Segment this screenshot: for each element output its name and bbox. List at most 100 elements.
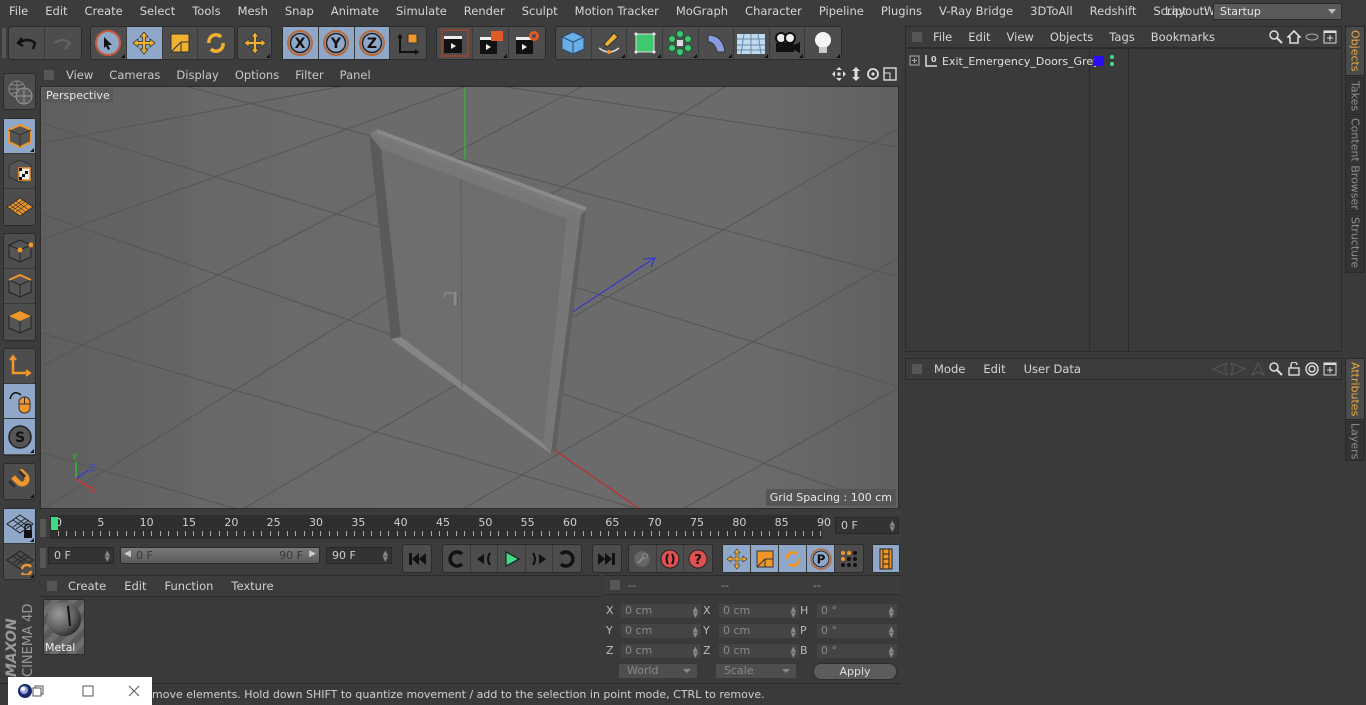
axis-mode-button[interactable]	[4, 349, 35, 384]
coord-value-field[interactable]: 0 cm ▲ ▼	[620, 623, 702, 639]
object-row[interactable]: 0 Exit_Emergency_Doors_Grey	[906, 51, 1343, 71]
menu-select[interactable]: Select	[131, 4, 183, 18]
maximize-view-icon[interactable]	[883, 67, 897, 81]
coord-value-field[interactable]: 0 cm ▲ ▼	[718, 643, 800, 659]
coord-value-field[interactable]: 0 ° ▲ ▼	[816, 643, 898, 659]
viewport-menu-filter[interactable]: Filter	[287, 68, 331, 82]
material-menu-create[interactable]: Create	[59, 579, 115, 593]
light-button[interactable]	[805, 27, 841, 59]
spinner-icon[interactable]: ▲ ▼	[889, 626, 894, 639]
coordinates-grip[interactable]	[610, 580, 620, 590]
attribute-menu-user-data[interactable]: User Data	[1015, 362, 1090, 376]
rotate-view-icon[interactable]	[866, 67, 880, 81]
previous-keyframe-button[interactable]	[443, 545, 471, 572]
material-grip[interactable]	[47, 580, 57, 591]
object-menu-view[interactable]: View	[999, 30, 1042, 44]
object-menu-edit[interactable]: Edit	[960, 30, 998, 44]
search-icon[interactable]	[1269, 30, 1283, 44]
redo-button[interactable]	[45, 27, 81, 59]
viewport-menu-options[interactable]: Options	[227, 68, 287, 82]
keyframe-help-button[interactable]: ?	[684, 545, 712, 572]
layout-dropdown[interactable]: Startup	[1213, 2, 1342, 20]
previous-frame-button[interactable]	[471, 545, 499, 572]
new-window-icon[interactable]	[1323, 362, 1337, 376]
menu-mesh[interactable]: Mesh	[229, 4, 276, 18]
attribute-menu-mode[interactable]: Mode	[925, 362, 974, 376]
x-axis-lock-button[interactable]: X	[283, 27, 319, 59]
render-view-button[interactable]	[437, 27, 473, 59]
3d-viewport[interactable]: Y Z X Perspective Grid Spacing : 100 cm	[40, 86, 899, 509]
z-axis-lock-button[interactable]: Z	[354, 27, 391, 59]
range-right-arrow-icon[interactable]: ▶	[309, 549, 316, 559]
tab-layers[interactable]: Layers	[1345, 421, 1365, 461]
editor-visibility-dot[interactable]	[1110, 55, 1114, 59]
material-menu-texture[interactable]: Texture	[222, 579, 282, 593]
menu-3dtoall[interactable]: 3DToAll	[1021, 4, 1081, 18]
edges-mode-button[interactable]	[4, 269, 35, 304]
menu-plugins[interactable]: Plugins	[872, 4, 930, 18]
coord-value-field[interactable]: 0 ° ▲ ▼	[816, 623, 898, 639]
play-button[interactable]	[498, 545, 526, 572]
tweak-mode-button[interactable]	[4, 384, 35, 419]
undo-button[interactable]	[9, 27, 45, 59]
menu-animate[interactable]: Animate	[322, 4, 387, 18]
render-to-picture-viewer-button[interactable]	[473, 27, 509, 59]
record-disabled-button[interactable]	[629, 545, 657, 572]
move-tool-button[interactable]	[126, 27, 163, 59]
camera-button[interactable]	[770, 27, 806, 59]
pen-spline-button[interactable]	[592, 27, 628, 59]
next-frame-button[interactable]	[526, 545, 554, 572]
render-settings-button[interactable]	[509, 27, 545, 59]
search-icon[interactable]	[1269, 362, 1283, 376]
object-name[interactable]: Exit_Emergency_Doors_Grey	[942, 55, 1100, 68]
tab-takes[interactable]: Takes	[1345, 77, 1365, 115]
workplane-mode-button[interactable]	[4, 189, 35, 224]
autokey-button[interactable]	[657, 545, 685, 572]
subdivision-surface-button[interactable]	[627, 27, 663, 59]
polygons-mode-button[interactable]	[4, 304, 35, 339]
make-editable-button[interactable]	[4, 74, 35, 109]
recent-move-button[interactable]	[238, 27, 271, 59]
viewport-menu-panel[interactable]: Panel	[332, 68, 379, 82]
end-frame-field[interactable]: 90 F ▲ ▼	[326, 547, 392, 564]
spinner-icon[interactable]: ▲ ▼	[889, 606, 894, 619]
spinner-icon[interactable]: ▲ ▼	[693, 606, 698, 619]
coord-value-field[interactable]: 0 ° ▲ ▼	[816, 603, 898, 619]
toolbar-grip[interactable]	[2, 28, 6, 58]
menu-motion-tracker[interactable]: Motion Tracker	[566, 4, 667, 18]
menu-render[interactable]: Render	[455, 4, 513, 18]
back-forward-icon[interactable]	[1211, 362, 1247, 376]
tab-structure[interactable]: Structure	[1345, 213, 1365, 273]
workplane-align-button[interactable]	[4, 544, 35, 579]
goto-end-button[interactable]	[593, 545, 621, 572]
y-axis-lock-button[interactable]: Y	[318, 27, 355, 59]
menu-create[interactable]: Create	[76, 4, 131, 18]
range-left-arrow-icon[interactable]: ◀	[124, 549, 131, 559]
coordinate-space-dropdown[interactable]: World	[618, 663, 698, 679]
transform-mode-dropdown[interactable]: Scale	[715, 663, 797, 679]
start-frame-field[interactable]: 0 F ▲ ▼	[48, 547, 114, 564]
workplane-lock-button[interactable]	[4, 509, 35, 544]
object-manager-grip[interactable]	[912, 32, 922, 42]
layer-color-swatch[interactable]	[1094, 56, 1104, 66]
viewport-menu-view[interactable]: View	[58, 68, 101, 82]
expand-icon[interactable]	[909, 55, 921, 67]
pan-view-icon[interactable]	[832, 67, 846, 81]
render-visibility-dot[interactable]	[1110, 62, 1114, 66]
viewport-grip[interactable]	[44, 70, 54, 80]
goto-start-button[interactable]	[403, 545, 431, 572]
object-menu-bookmarks[interactable]: Bookmarks	[1143, 30, 1223, 44]
timeline-ruler[interactable]: 0 5 10 15 20 25 30 35 40 45 50 55 60 65 70 75 80 85 90	[50, 515, 831, 539]
coord-value-field[interactable]: 0 cm ▲ ▼	[718, 603, 800, 619]
live-selection-button[interactable]	[91, 27, 127, 59]
restore-icon[interactable]	[32, 685, 44, 697]
viewport-menu-cameras[interactable]: Cameras	[101, 68, 168, 82]
key-rotation-button[interactable]	[779, 545, 807, 572]
timeline-grip[interactable]	[40, 519, 46, 537]
model-mode-button[interactable]	[4, 119, 35, 154]
object-menu-tags[interactable]: Tags	[1101, 30, 1142, 44]
tab-content-browser[interactable]: Content Browser	[1345, 116, 1365, 212]
spinner-icon[interactable]: ▲ ▼	[693, 646, 698, 659]
eye-icon[interactable]	[1305, 30, 1319, 44]
menu-edit[interactable]: Edit	[36, 4, 75, 18]
